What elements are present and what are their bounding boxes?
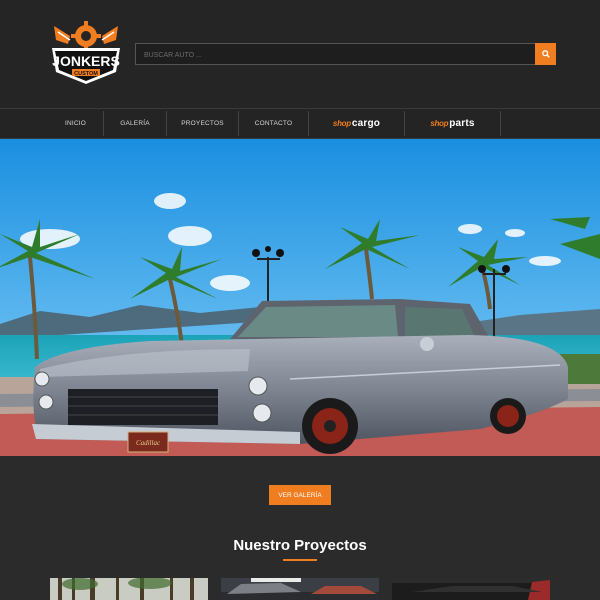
plate-text: Cadillac xyxy=(136,439,161,447)
project-image xyxy=(392,578,550,600)
project-image xyxy=(50,578,208,600)
nav-divider xyxy=(500,111,501,136)
hero-car-image: Cadillac xyxy=(0,139,600,456)
cta-label: VER GALERÍA xyxy=(278,491,322,499)
project-thumbnail[interactable] xyxy=(221,578,379,600)
jonkers-logo[interactable]: JONKERS CUSTOM xyxy=(48,18,124,88)
title-underline xyxy=(283,559,317,561)
nav-item-inicio[interactable]: INICIO xyxy=(48,109,103,138)
search-icon xyxy=(541,50,550,58)
brand-word: parts xyxy=(449,118,475,129)
nav-item-label: CONTACTO xyxy=(254,120,293,127)
nav-item-proyectos[interactable]: PROYECTOS xyxy=(167,109,238,138)
main-nav: INICIO GALERÍA PROYECTOS CONTACTO shop c… xyxy=(0,108,600,139)
logo-brand: JONKERS xyxy=(52,53,120,69)
project-image xyxy=(221,578,379,600)
hero-banner: Cadillac xyxy=(0,139,600,456)
nav-item-shop-cargo[interactable]: shop cargo xyxy=(309,109,404,138)
brand-word: cargo xyxy=(351,118,381,129)
section-title: Nuestro Proyectos xyxy=(233,537,367,554)
search-box xyxy=(135,43,536,66)
page: JONKERS CUSTOM INICIO GALERÍA xyxy=(0,0,600,600)
project-thumbnail[interactable] xyxy=(50,578,208,600)
shop-parts-logo: shop parts xyxy=(430,118,474,129)
nav-item-label: GALERÍA xyxy=(120,120,150,127)
ver-galeria-button[interactable]: VER GALERÍA xyxy=(269,485,331,505)
nav-item-contacto[interactable]: CONTACTO xyxy=(239,109,308,138)
nav-item-label: PROYECTOS xyxy=(181,120,224,127)
nav-item-galeria[interactable]: GALERÍA xyxy=(104,109,166,138)
search-button[interactable] xyxy=(535,43,556,65)
site-header: JONKERS CUSTOM xyxy=(0,0,600,108)
shop-cargo-logo: shop cargo xyxy=(333,118,380,129)
project-thumbnail[interactable] xyxy=(392,578,550,600)
search-input[interactable] xyxy=(136,45,535,66)
nav-item-shop-parts[interactable]: shop parts xyxy=(405,109,500,138)
nav-item-label: INICIO xyxy=(64,120,87,127)
logo-sub: CUSTOM xyxy=(74,71,98,77)
brand-prefix: shop xyxy=(332,119,351,128)
brand-prefix: shop xyxy=(430,119,449,128)
